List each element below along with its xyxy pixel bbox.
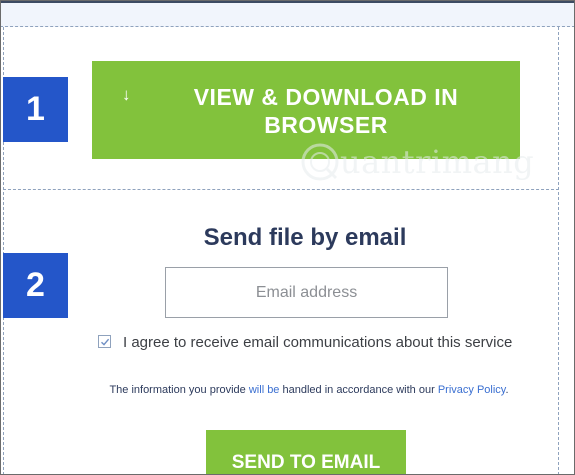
section-divider xyxy=(3,189,559,190)
email-input[interactable] xyxy=(165,267,448,318)
watermark-text: uantrimang xyxy=(340,143,535,181)
view-download-label-line1: VIEW & DOWNLOAD IN xyxy=(193,84,459,110)
privacy-text-part2: handled in accordance with our xyxy=(279,384,438,396)
consent-label: I agree to receive email communications … xyxy=(123,334,513,351)
consent-checkbox[interactable] xyxy=(98,335,111,348)
arrow-down-icon: ↓ xyxy=(122,85,131,104)
privacy-text-end: . xyxy=(505,384,509,396)
checkmark-icon xyxy=(101,338,110,346)
dashed-border-right xyxy=(558,27,559,475)
consent-row: I agree to receive email communications … xyxy=(98,332,538,354)
step-badge-2: 2 xyxy=(3,253,68,318)
privacy-policy-link[interactable]: Privacy Policy xyxy=(438,384,506,396)
privacy-note: The information you provide will be hand… xyxy=(96,380,522,400)
watermark-logo: uantrimang xyxy=(300,140,534,188)
privacy-text-part1: The information you provide xyxy=(109,384,249,396)
view-download-label-line2: BROWSER xyxy=(264,112,388,138)
step-badge-1: 1 xyxy=(3,77,68,142)
send-to-email-button[interactable]: SEND TO EMAIL xyxy=(206,430,406,475)
view-download-label: VIEW & DOWNLOAD IN BROWSER xyxy=(132,83,520,139)
watermark-circle-icon xyxy=(301,143,339,181)
privacy-text-highlight: will be xyxy=(248,384,280,396)
email-section-title: Send file by email xyxy=(203,224,407,251)
top-strip xyxy=(0,3,575,27)
